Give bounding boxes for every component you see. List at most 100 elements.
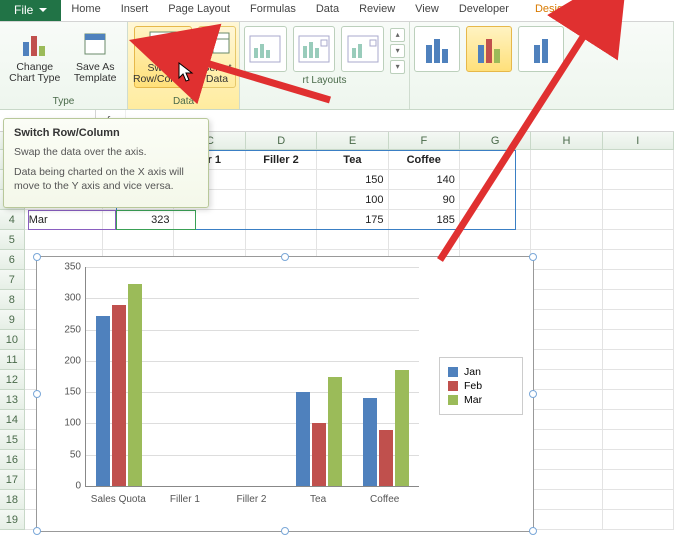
chart-bar[interactable] [96,316,110,486]
cell[interactable] [603,250,674,270]
row-header[interactable]: 5 [0,230,25,250]
cell[interactable]: Tea [317,150,388,170]
tab-formulas[interactable]: Formulas [240,0,306,21]
plot-area[interactable]: 050100150200250300350Sales QuotaFiller 1… [49,267,423,505]
cell[interactable] [531,190,602,210]
cell[interactable]: 323 [103,210,174,230]
cell[interactable] [460,210,531,230]
chart-bar[interactable] [363,398,377,486]
style-2[interactable] [466,26,512,72]
cell[interactable] [603,490,674,510]
cell[interactable] [246,170,317,190]
tab-insert[interactable]: Insert [111,0,159,21]
cell[interactable] [531,370,602,390]
col-header[interactable]: F [389,132,460,149]
cell[interactable] [246,230,317,250]
cell[interactable]: 90 [389,190,460,210]
cell[interactable] [603,390,674,410]
cell[interactable] [603,190,674,210]
row-header[interactable]: 17 [0,470,25,490]
col-header[interactable]: G [460,132,531,149]
cell[interactable] [603,510,674,530]
tab-page-layout[interactable]: Page Layout [158,0,240,21]
cell[interactable] [531,430,602,450]
cell[interactable] [317,230,388,250]
embedded-chart[interactable]: 050100150200250300350Sales QuotaFiller 1… [36,256,534,532]
tab-design[interactable]: Design [525,0,579,21]
style-3[interactable] [518,26,564,72]
row-header[interactable]: 15 [0,430,25,450]
change-chart-type-button[interactable]: Change Chart Type [6,26,63,86]
cell[interactable] [531,170,602,190]
save-as-template-button[interactable]: Save As Template [69,26,121,86]
cell[interactable] [603,450,674,470]
cell[interactable] [246,210,317,230]
cell[interactable]: Coffee [389,150,460,170]
chart-bar[interactable] [112,305,126,486]
tab-data[interactable]: Data [306,0,349,21]
tab-view[interactable]: View [405,0,449,21]
row-header[interactable]: 13 [0,390,25,410]
row-header[interactable]: 19 [0,510,25,530]
cell[interactable] [603,370,674,390]
gallery-scroll[interactable]: ▴▾▾ [390,28,405,74]
file-tab[interactable]: File [0,0,61,21]
chart-bar[interactable] [328,377,342,487]
cell[interactable] [531,330,602,350]
row-header[interactable]: 11 [0,350,25,370]
cell[interactable] [531,210,602,230]
row-header[interactable]: 18 [0,490,25,510]
layout-3[interactable] [341,26,384,72]
cell[interactable] [460,170,531,190]
layout-2[interactable] [293,26,336,72]
cell[interactable]: 100 [317,190,388,210]
cell[interactable] [603,330,674,350]
cell[interactable] [603,170,674,190]
cell[interactable] [531,270,602,290]
cell[interactable] [531,450,602,470]
col-header[interactable]: H [531,132,602,149]
row-header[interactable]: 8 [0,290,25,310]
col-header[interactable]: I [603,132,674,149]
chart-bar[interactable] [395,370,409,486]
cell[interactable] [531,230,602,250]
cell[interactable]: Mar [25,210,103,230]
cell[interactable] [531,250,602,270]
cell[interactable]: Filler 2 [246,150,317,170]
tab-more[interactable]: L [579,0,605,21]
row-header[interactable]: 7 [0,270,25,290]
cell[interactable] [603,430,674,450]
cell[interactable] [603,270,674,290]
cell[interactable] [103,230,174,250]
cell[interactable] [603,290,674,310]
chart-bar[interactable] [379,430,393,486]
cell[interactable]: 175 [317,210,388,230]
cell[interactable] [603,310,674,330]
row-header[interactable]: 9 [0,310,25,330]
cell[interactable] [174,230,245,250]
cell[interactable] [25,230,103,250]
cell[interactable] [531,490,602,510]
cell[interactable]: 140 [389,170,460,190]
cell[interactable] [531,310,602,330]
cell[interactable]: 150 [317,170,388,190]
row-header[interactable]: 14 [0,410,25,430]
cell[interactable] [603,230,674,250]
cell[interactable] [246,190,317,210]
chart-bar[interactable] [296,392,310,486]
cell[interactable] [603,350,674,370]
col-header[interactable]: D [246,132,317,149]
cell[interactable] [174,210,245,230]
row-header[interactable]: 16 [0,450,25,470]
cell[interactable] [531,470,602,490]
cell[interactable] [531,290,602,310]
cell[interactable] [531,390,602,410]
chart-bar[interactable] [128,284,142,486]
select-data-button[interactable]: Select Data [198,26,236,88]
cell[interactable] [531,510,602,530]
cell[interactable] [603,210,674,230]
cell[interactable]: 185 [389,210,460,230]
col-header[interactable]: E [317,132,388,149]
cell[interactable] [531,350,602,370]
row-header[interactable]: 6 [0,250,25,270]
